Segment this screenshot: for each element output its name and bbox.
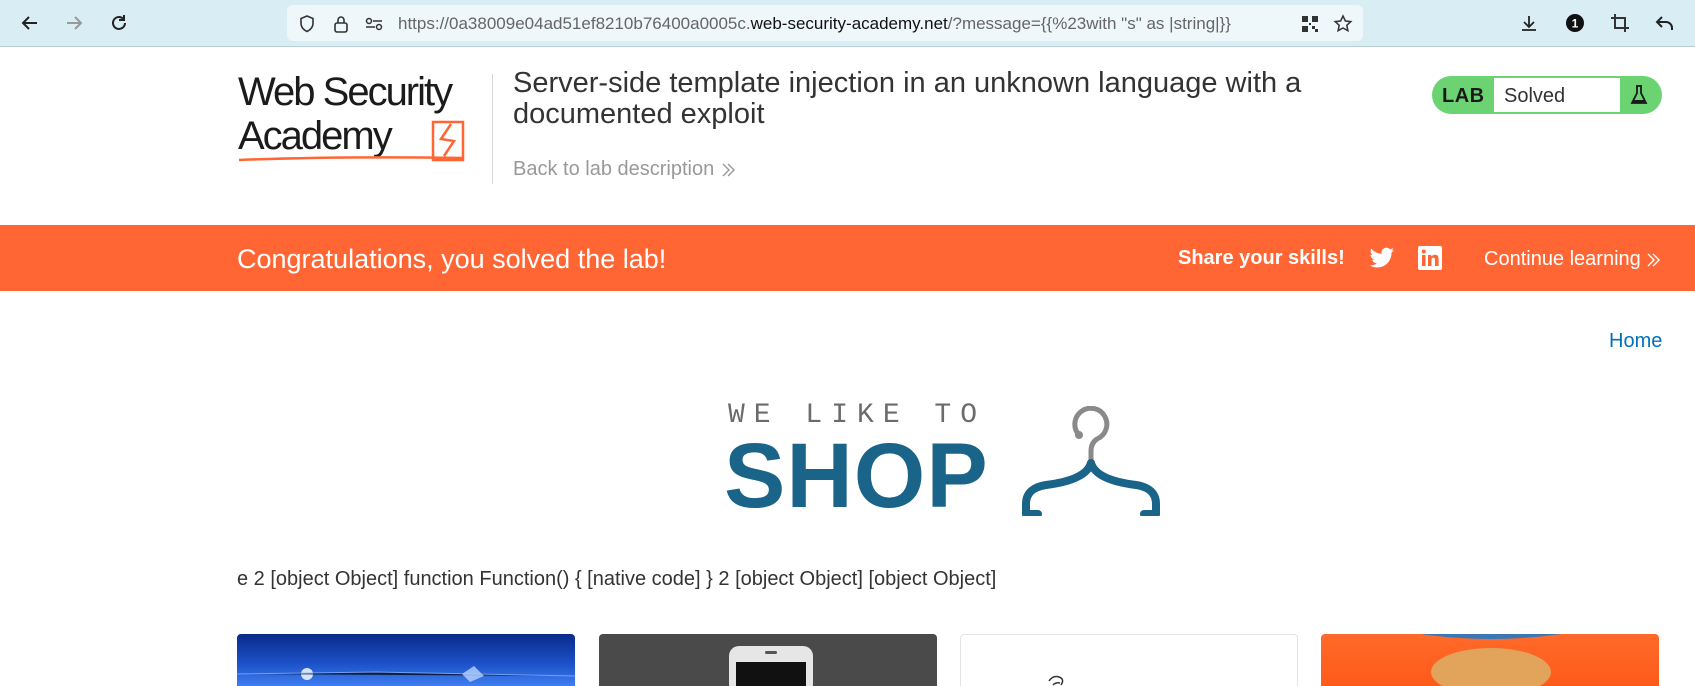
browser-toolbar: https://0a38009e04ad51ef8210b76400a0005c… bbox=[0, 0, 1695, 47]
lab-status-text: Solved bbox=[1504, 85, 1566, 107]
url-prefix: https://0a38009e04ad51ef8210b76400a0005c… bbox=[398, 14, 751, 33]
product-photo-blue bbox=[237, 666, 575, 682]
product-image[interactable] bbox=[237, 634, 575, 686]
lab-label: LAB bbox=[1442, 85, 1485, 107]
shop-logo: WE LIKE TO SHOP bbox=[724, 400, 1168, 525]
badge-icon: 1 bbox=[1566, 14, 1584, 32]
product-photo-orange bbox=[1421, 634, 1561, 686]
downloads-button[interactable] bbox=[1514, 9, 1544, 37]
crop-icon bbox=[1611, 14, 1629, 32]
download-icon bbox=[1522, 16, 1536, 31]
undo-icon bbox=[1655, 16, 1673, 30]
reload-button[interactable] bbox=[104, 9, 134, 37]
template-output-message: e 2 [object Object] function Function() … bbox=[237, 568, 997, 590]
notification-badge: 1 bbox=[1572, 17, 1579, 31]
product-image[interactable] bbox=[960, 634, 1298, 686]
double-chevron-right-icon bbox=[1647, 253, 1660, 266]
lock-icon[interactable] bbox=[331, 14, 351, 34]
twitter-icon[interactable] bbox=[1369, 247, 1395, 269]
header-divider bbox=[492, 74, 493, 184]
web-security-academy-logo[interactable]: Web Security Academy bbox=[238, 72, 490, 164]
forward-button[interactable] bbox=[59, 9, 89, 37]
permissions-icon[interactable] bbox=[364, 14, 384, 34]
product-image[interactable] bbox=[599, 634, 937, 686]
shield-icon[interactable] bbox=[297, 14, 317, 34]
hanger-icon bbox=[1022, 406, 1160, 516]
qr-code-icon[interactable] bbox=[1300, 14, 1320, 34]
back-link-label: Back to lab description bbox=[513, 158, 715, 180]
product-photo-sketch bbox=[1048, 675, 1064, 686]
linkedin-icon[interactable] bbox=[1418, 246, 1442, 270]
extension-button[interactable]: 1 bbox=[1560, 9, 1590, 37]
url-text[interactable]: https://0a38009e04ad51ef8210b76400a0005c… bbox=[398, 14, 1278, 34]
arrow-right-icon bbox=[67, 16, 83, 30]
address-bar[interactable]: https://0a38009e04ad51ef8210b76400a0005c… bbox=[287, 5, 1363, 41]
lab-status-box: Solved bbox=[1494, 78, 1620, 112]
solved-banner: Congratulations, you solved the lab! Sha… bbox=[0, 225, 1695, 291]
share-skills-text: Share your skills! bbox=[1178, 247, 1345, 269]
back-to-lab-description-link[interactable]: Back to lab description bbox=[513, 158, 736, 181]
continue-learning-link[interactable]: Continue learning bbox=[1484, 248, 1661, 271]
product-image[interactable] bbox=[1321, 634, 1659, 686]
lab-title: Server-side template injection in an unk… bbox=[513, 67, 1302, 130]
lab-status-widget: LAB Solved bbox=[1432, 76, 1662, 114]
undo-button[interactable] bbox=[1650, 9, 1680, 37]
double-chevron-right-icon bbox=[722, 163, 736, 176]
reload-icon bbox=[112, 15, 126, 30]
continue-learning-label: Continue learning bbox=[1484, 248, 1641, 270]
logo-mark-icon bbox=[238, 120, 465, 162]
url-suffix: /?message={{%23with "s" as |string|}} bbox=[947, 14, 1231, 33]
home-link[interactable]: Home bbox=[1609, 330, 1662, 353]
congratulations-text: Congratulations, you solved the lab! bbox=[237, 244, 667, 274]
arrow-left-icon bbox=[21, 16, 37, 30]
product-grid bbox=[237, 634, 1659, 686]
url-host: web-security-academy.net bbox=[750, 14, 948, 33]
crop-button[interactable] bbox=[1605, 9, 1635, 37]
back-button[interactable] bbox=[15, 9, 45, 37]
flask-icon bbox=[1630, 85, 1648, 104]
star-icon[interactable] bbox=[1333, 14, 1353, 34]
product-photo-phone bbox=[729, 646, 813, 686]
shop-brand: SHOP bbox=[724, 425, 989, 527]
